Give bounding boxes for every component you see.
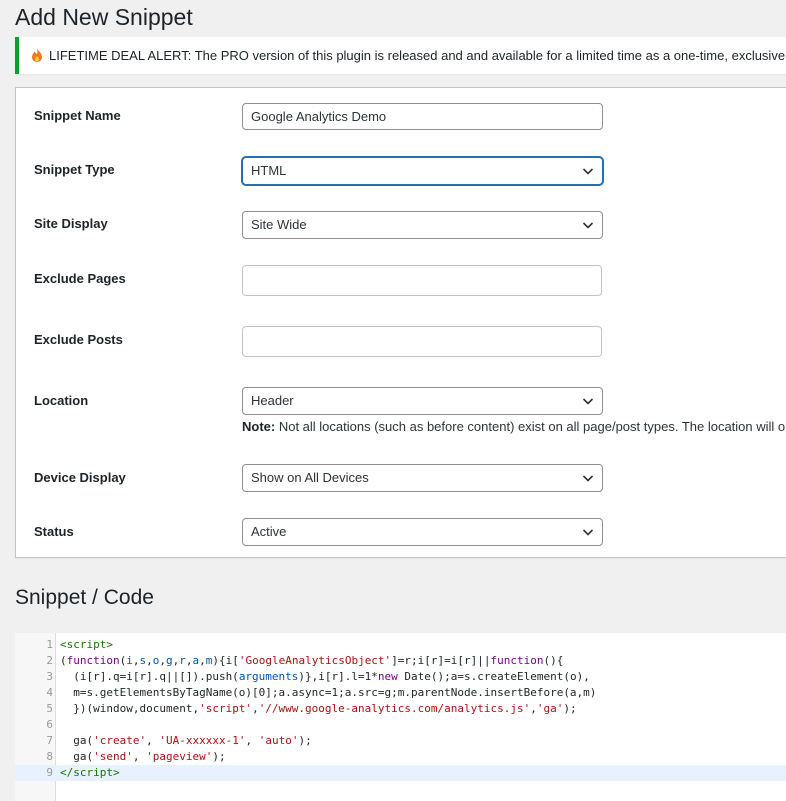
page-title: Add New Snippet: [15, 4, 193, 30]
chevron-down-icon: [582, 475, 594, 482]
device-display-value: Show on All Devices: [251, 470, 369, 485]
notice-text: LIFETIME DEAL ALERT: The PRO version of …: [49, 48, 786, 63]
line-number: 6: [46, 718, 53, 731]
chevron-down-icon: [582, 222, 594, 229]
location-note-label: Note:: [242, 419, 276, 434]
snippet-name-label: Snippet Name: [34, 108, 121, 123]
code-line[interactable]: 3 (i[r].q=i[r].q||[]).push(arguments)},i…: [15, 669, 786, 685]
snippet-type-select[interactable]: HTML: [242, 157, 603, 185]
chevron-down-icon: [582, 398, 594, 405]
snippet-type-label: Snippet Type: [34, 162, 115, 177]
site-display-select[interactable]: Site Wide: [242, 211, 603, 239]
chevron-down-icon: [582, 529, 594, 536]
line-number: 2: [46, 654, 53, 667]
line-number: 1: [46, 638, 53, 651]
code-line[interactable]: 7 ga('create', 'UA-xxxxxx-1', 'auto');: [15, 733, 786, 749]
line-number: 3: [46, 670, 53, 683]
location-label: Location: [34, 393, 89, 408]
location-note-text: Not all locations (such as before conten…: [275, 419, 786, 434]
location-note: Note: Not all locations (such as before …: [242, 419, 786, 434]
chevron-down-icon: [582, 168, 594, 175]
exclude-posts-input[interactable]: [242, 326, 602, 357]
code-editor[interactable]: 1 <script> 2 (function(i,s,o,g,r,a,m){i['G…: [15, 633, 786, 801]
device-display-select[interactable]: Show on All Devices: [242, 464, 603, 492]
snippet-code-title: Snippet / Code: [15, 586, 154, 609]
code-line[interactable]: 8 ga('send', 'pageview');: [15, 749, 786, 765]
location-value: Header: [251, 393, 294, 408]
line-number: 4: [46, 686, 53, 699]
site-display-value: Site Wide: [251, 217, 307, 232]
exclude-pages-input[interactable]: [242, 265, 602, 296]
status-value: Active: [251, 524, 287, 539]
code-line[interactable]: 6: [15, 717, 786, 733]
code-line[interactable]: 4 m=s.getElementsByTagName(o)[0];a.async…: [15, 685, 786, 701]
site-display-label: Site Display: [34, 216, 108, 231]
snippet-settings-form: Snippet Name Google Analytics Demo Snipp…: [15, 87, 786, 558]
status-label: Status: [34, 524, 74, 539]
status-select[interactable]: Active: [242, 518, 603, 546]
location-select[interactable]: Header: [242, 387, 603, 415]
code-line-active[interactable]: 9 </script>: [15, 765, 786, 781]
code-line[interactable]: 5 })(window,document,'script','//www.goo…: [15, 701, 786, 717]
snippet-name-input[interactable]: Google Analytics Demo: [242, 103, 603, 130]
device-display-label: Device Display: [34, 470, 126, 485]
line-number: 5: [46, 702, 53, 715]
flame-icon: [32, 48, 42, 62]
snippet-type-value: HTML: [251, 163, 287, 178]
exclude-posts-label: Exclude Posts: [34, 332, 123, 347]
lifetime-deal-notice: LIFETIME DEAL ALERT: The PRO version of …: [15, 37, 786, 74]
code-line[interactable]: 2 (function(i,s,o,g,r,a,m){i['GoogleAnaly…: [15, 653, 786, 669]
line-number: 9: [46, 766, 53, 779]
line-number: 7: [46, 734, 53, 747]
line-number: 8: [46, 750, 53, 763]
exclude-pages-label: Exclude Pages: [34, 271, 126, 286]
snippet-name-value: Google Analytics Demo: [251, 109, 387, 124]
code-line[interactable]: 1 <script>: [15, 637, 786, 653]
